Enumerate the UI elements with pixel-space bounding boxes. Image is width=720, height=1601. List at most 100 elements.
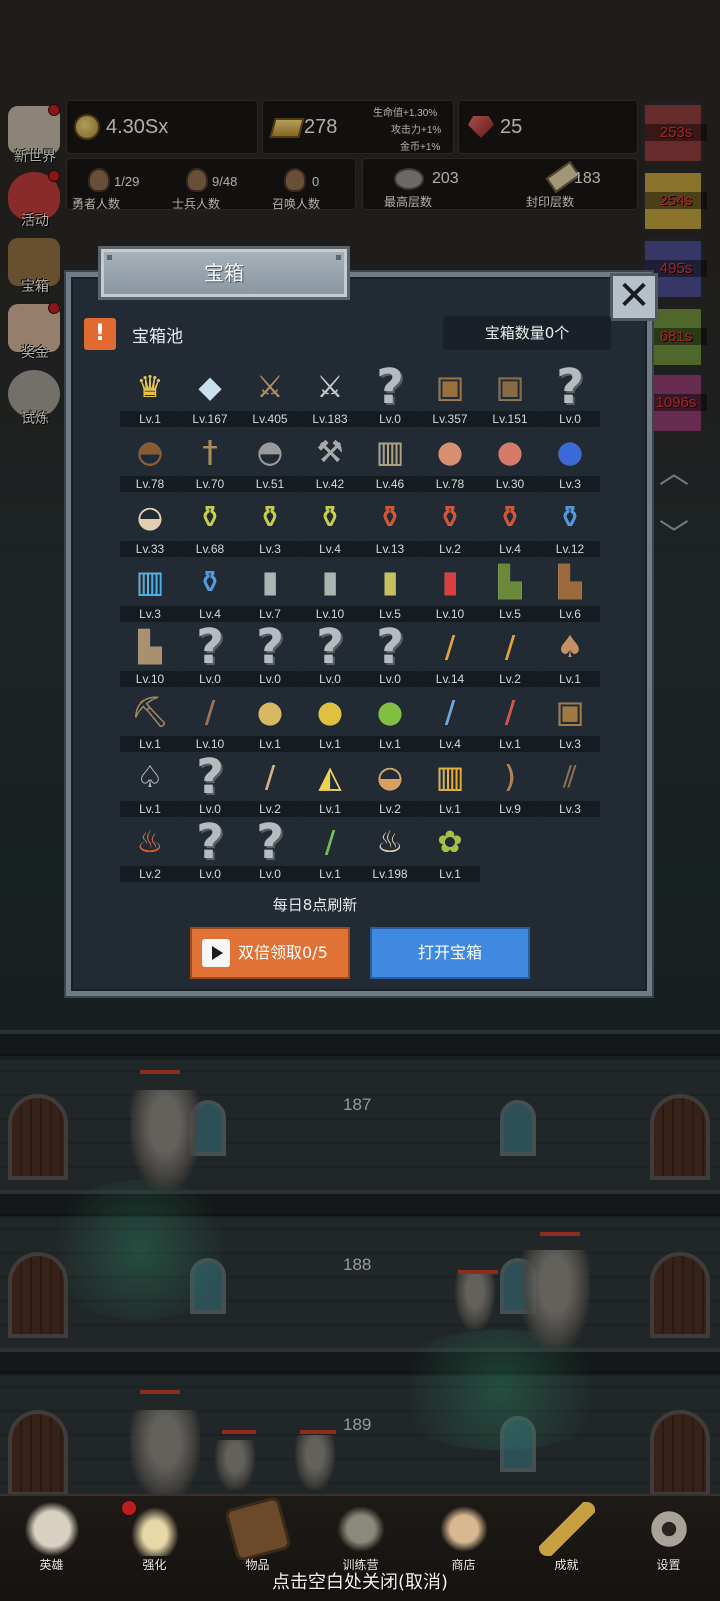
item-slot[interactable]: ▙ Lv.5 [480, 557, 540, 623]
mushroom-icon: ♠ [556, 629, 584, 665]
item-level: Lv.30 [480, 476, 540, 492]
unknown-icon: ? [196, 749, 224, 805]
item-slot[interactable]: ♛ Lv.1 [120, 362, 180, 428]
item-slot[interactable]: ● Lv.1 [240, 687, 300, 753]
item-slot[interactable]: ? Lv.0 [180, 814, 240, 883]
item-slot[interactable]: ◭ Lv.1 [300, 752, 360, 818]
item-slot[interactable]: ◆ Lv.167 [180, 362, 240, 428]
wooden-sword-icon: ⚔ [256, 369, 284, 405]
item-slot[interactable]: ? Lv.0 [360, 359, 420, 428]
item-slot[interactable]: ⚱ Lv.4 [300, 492, 360, 558]
open-chest-button[interactable]: 打开宝箱 [370, 927, 530, 979]
item-slot[interactable]: ◓ Lv.51 [240, 427, 300, 493]
item-slot[interactable]: ? Lv.0 [540, 359, 600, 428]
item-slot[interactable]: ✿ Lv.1 [420, 817, 480, 883]
item-level: Lv.2 [420, 541, 480, 557]
item-level: Lv.1 [120, 736, 180, 752]
item-level: Lv.1 [300, 801, 360, 817]
item-level: Lv.167 [180, 411, 240, 427]
blue-wand-icon: / [444, 694, 456, 730]
chest-pool-label: 宝箱池 [132, 327, 183, 347]
item-level: Lv.1 [120, 411, 180, 427]
item-slot[interactable]: / Lv.1 [300, 817, 360, 883]
item-slot[interactable]: ♨ Lv.2 [120, 817, 180, 883]
item-slot[interactable]: ● Lv.1 [360, 687, 420, 753]
item-slot[interactable]: ▣ Lv.3 [540, 687, 600, 753]
item-level: Lv.3 [120, 606, 180, 622]
unknown-icon: ? [256, 814, 284, 870]
item-slot[interactable]: ● Lv.1 [300, 687, 360, 753]
crown-icon: ♛ [136, 369, 164, 405]
item-level: Lv.2 [360, 801, 420, 817]
item-slot[interactable]: ⚱ Lv.4 [480, 492, 540, 558]
item-slot[interactable]: ● Lv.3 [540, 427, 600, 493]
diamond-icon: ◆ [198, 369, 222, 405]
close-hint[interactable]: 点击空白处关闭(取消) [0, 1568, 720, 1594]
item-level: Lv.405 [240, 411, 300, 427]
item-level: Lv.10 [120, 671, 180, 687]
item-slot[interactable]: ♨ Lv.198 [360, 817, 420, 883]
red-potion-icon: ⚱ [437, 499, 463, 535]
item-slot[interactable]: ● Lv.30 [480, 427, 540, 493]
item-slot[interactable]: ◓ Lv.78 [120, 427, 180, 493]
item-slot[interactable]: ⚒ Lv.42 [300, 427, 360, 493]
item-slot[interactable]: ⛏ Lv.1 [120, 687, 180, 753]
item-slot[interactable]: ◒ Lv.2 [360, 752, 420, 818]
item-slot[interactable]: / Lv.2 [480, 622, 540, 688]
item-slot[interactable]: ? Lv.0 [180, 619, 240, 688]
item-slot[interactable]: ⚔ Lv.405 [240, 362, 300, 428]
item-slot[interactable]: ? Lv.0 [360, 619, 420, 688]
warning-icon[interactable]: ! [84, 318, 116, 350]
item-slot[interactable]: ▣ Lv.357 [420, 362, 480, 428]
great-helm-icon: ▥ [375, 434, 405, 470]
item-level: Lv.151 [480, 411, 540, 427]
item-slot[interactable]: ▮ Lv.7 [240, 557, 300, 623]
item-level: Lv.0 [360, 671, 420, 687]
item-slot[interactable]: ▮ Lv.10 [420, 557, 480, 623]
item-slot[interactable]: ? Lv.0 [300, 619, 360, 688]
item-slot[interactable]: ▙ Lv.10 [120, 622, 180, 688]
item-slot[interactable]: ⚱ Lv.13 [360, 492, 420, 558]
item-slot[interactable]: / Lv.4 [420, 687, 480, 753]
item-slot[interactable]: ⚱ Lv.3 [240, 492, 300, 558]
item-slot[interactable]: / Lv.1 [480, 687, 540, 753]
green-wand-icon: / [324, 824, 336, 860]
steak-icon: ● [496, 434, 524, 470]
item-level: Lv.10 [420, 606, 480, 622]
item-slot[interactable]: ♤ Lv.1 [120, 752, 180, 818]
item-slot[interactable]: ● Lv.78 [420, 427, 480, 493]
yellow-potion-icon: ⚱ [257, 499, 283, 535]
item-slot[interactable]: ▮ Lv.10 [300, 557, 360, 623]
item-slot[interactable]: ? Lv.0 [180, 749, 240, 818]
unknown-icon: ? [316, 619, 344, 675]
item-slot[interactable]: ▮ Lv.5 [360, 557, 420, 623]
item-slot[interactable]: ▥ Lv.1 [420, 752, 480, 818]
close-icon[interactable]: ✕ [610, 273, 658, 321]
item-slot[interactable]: ? Lv.0 [240, 619, 300, 688]
item-slot[interactable]: ⚱ Lv.2 [420, 492, 480, 558]
item-slot[interactable]: / Lv.10 [180, 687, 240, 753]
item-slot[interactable]: ⚱ Lv.12 [540, 492, 600, 558]
item-slot[interactable]: † Lv.70 [180, 427, 240, 493]
item-slot[interactable]: / Lv.14 [420, 622, 480, 688]
item-level: Lv.4 [420, 736, 480, 752]
dagger-icon: † [202, 434, 218, 470]
item-slot[interactable]: ⫽ Lv.3 [540, 752, 600, 818]
item-slot[interactable]: ◒ Lv.33 [120, 492, 180, 558]
item-level: Lv.0 [360, 411, 420, 427]
item-slot[interactable]: ) Lv.9 [480, 752, 540, 818]
item-slot[interactable]: ♠ Lv.1 [540, 622, 600, 688]
item-slot[interactable]: ▣ Lv.151 [480, 362, 540, 428]
item-slot[interactable]: ▥ Lv.3 [120, 557, 180, 623]
item-slot[interactable]: ⚱ Lv.4 [180, 557, 240, 623]
item-slot[interactable]: ? Lv.0 [240, 814, 300, 883]
double-claim-button[interactable]: 双倍领取0/5 [190, 927, 350, 979]
item-slot[interactable]: ▥ Lv.46 [360, 427, 420, 493]
item-slot[interactable]: / Lv.2 [240, 752, 300, 818]
item-slot[interactable]: ⚔ Lv.183 [300, 362, 360, 428]
potatoes-icon: ● [256, 694, 284, 730]
item-slot[interactable]: ⚱ Lv.68 [180, 492, 240, 558]
item-level: Lv.51 [240, 476, 300, 492]
wooden-staff-icon: / [204, 694, 216, 730]
item-slot[interactable]: ▙ Lv.6 [540, 557, 600, 623]
